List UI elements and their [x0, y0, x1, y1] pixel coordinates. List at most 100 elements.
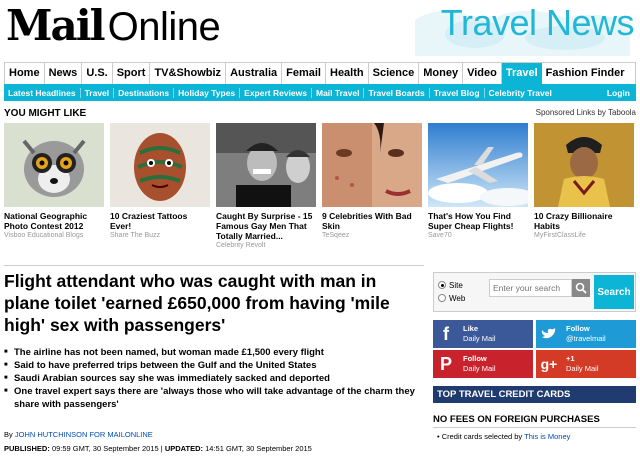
subnav-celebrity-travel[interactable]: Celebrity Travel: [485, 88, 556, 98]
pinterest-line2: Daily Mail: [463, 364, 496, 373]
summary-bullet: Said to have preferred trips between the…: [4, 359, 424, 372]
promo-caption: Caught By Surprise - 15 Famous Gay Men T…: [216, 211, 313, 241]
taboola-sponsor-link[interactable]: Sponsored Links by Taboola: [536, 108, 636, 117]
subnav-travel-boards[interactable]: Travel Boards: [364, 87, 430, 98]
travel-sub-nav: Latest Headlines Travel Destinations Hol…: [4, 84, 636, 101]
nav-health[interactable]: Health: [326, 63, 369, 84]
celebrity-photo-icon: [216, 123, 316, 207]
subnav-destinations[interactable]: Destinations: [114, 87, 175, 98]
login-link[interactable]: Login: [601, 88, 636, 98]
article-divider: [4, 265, 424, 266]
article-timestamps: PUBLISHED: 09:59 GMT, 30 September 2015 …: [4, 444, 312, 453]
nav-travel[interactable]: Travel: [501, 63, 542, 84]
nav-us[interactable]: U.S.: [82, 63, 113, 84]
nav-femail[interactable]: Femail: [282, 63, 326, 84]
article-headline: Flight attendant who was caught with man…: [4, 271, 390, 335]
you-might-like-row: National Geographic Photo Contest 2012 V…: [4, 123, 636, 249]
credit-cards-note: • Credit cards selected by This is Money: [437, 432, 570, 441]
promo-caption: 10 Crazy Billionaire Habits: [534, 211, 613, 231]
facebook-icon: f: [443, 323, 449, 344]
search-panel: Site Web Search: [433, 272, 636, 312]
article-byline: By JOHN HUTCHINSON FOR MAILONLINE: [4, 430, 153, 439]
updated-time: 14:51 GMT, 30 September 2015: [205, 444, 312, 453]
subnav-holiday-types[interactable]: Holiday Types: [174, 87, 241, 98]
airplane-photo-icon: [428, 123, 528, 207]
promo-caption: 9 Celebrities With Bad Skin: [322, 211, 412, 231]
promo-caption: That's How You Find Super Cheap Flights!: [428, 211, 514, 231]
credit-cards-header[interactable]: TOP TRAVEL CREDIT CARDS: [433, 386, 636, 403]
nav-australia[interactable]: Australia: [226, 63, 283, 84]
promo-source: TeSqeez: [322, 232, 350, 239]
subnav-travel-blog[interactable]: Travel Blog: [430, 87, 485, 98]
author-link[interactable]: JOHN HUTCHINSON FOR MAILONLINE: [15, 430, 153, 439]
primary-nav: Home News U.S. Sport TV&Showbiz Australi…: [4, 62, 636, 84]
nav-money[interactable]: Money: [419, 63, 464, 84]
twitter-follow-button[interactable]: Follow @travelmail: [536, 320, 636, 348]
promo-card[interactable]: National Geographic Photo Contest 2012 V…: [4, 123, 104, 245]
google-plus-button[interactable]: g+ +1 Daily Mail: [536, 350, 636, 378]
search-icon[interactable]: [572, 279, 590, 297]
facebook-like-button[interactable]: f Like Daily Mail: [433, 320, 533, 348]
article-summary: The airline has not been named, but woma…: [4, 346, 424, 411]
skin-closeup-photo-icon: [322, 123, 422, 207]
you-might-like-title: YOU MIGHT LIKE: [4, 108, 87, 119]
subnav-mail-travel[interactable]: Mail Travel: [312, 87, 365, 98]
promo-source: Save70: [428, 232, 452, 239]
promo-card[interactable]: 10 Craziest Tattoos Ever! Share The Buzz: [110, 123, 210, 245]
updated-label: UPDATED:: [164, 444, 204, 453]
search-scope: Site Web: [438, 279, 465, 305]
nav-home[interactable]: Home: [5, 63, 45, 84]
byline-prefix: By: [4, 430, 13, 439]
this-is-money-link[interactable]: This is Money: [524, 432, 570, 441]
google-line1: +1: [566, 354, 575, 363]
mailonline-logo[interactable]: Mail Online: [6, 1, 221, 50]
promo-card[interactable]: 10 Crazy Billionaire Habits MyFirstClass…: [534, 123, 634, 245]
summary-bullet: One travel expert says there are 'always…: [4, 385, 424, 411]
summary-bullet: Saudi Arabian sources say she was immedi…: [4, 372, 424, 385]
twitter-line2: @travelmail: [566, 334, 606, 343]
masthead: Mail Online Travel News: [0, 0, 640, 58]
social-follow: f Like Daily Mail Follow @travelmail P Fol…: [433, 320, 636, 378]
subnav-latest-headlines[interactable]: Latest Headlines: [4, 87, 81, 98]
nav-fashion-finder[interactable]: Fashion Finder: [542, 63, 629, 84]
radio-web[interactable]: [438, 294, 446, 302]
promo-card[interactable]: That's How You Find Super Cheap Flights!…: [428, 123, 528, 245]
scope-site-option[interactable]: Site: [438, 279, 465, 292]
promo-card[interactable]: Caught By Surprise - 15 Famous Gay Men T…: [216, 123, 316, 249]
credit-cards-subheader[interactable]: NO FEES ON FOREIGN PURCHASES: [433, 414, 636, 428]
logo-online: Online: [107, 5, 221, 49]
nav-news[interactable]: News: [45, 63, 83, 84]
google-plus-icon: g+: [540, 356, 558, 372]
pinterest-line1: Follow: [463, 354, 487, 363]
credit-note-prefix: • Credit cards selected by: [437, 432, 523, 441]
pinterest-icon: P: [439, 353, 452, 374]
facebook-line2: Daily Mail: [463, 334, 496, 343]
search-input[interactable]: [489, 279, 572, 297]
scope-site-label: Site: [449, 281, 463, 290]
promo-caption: National Geographic Photo Contest 2012: [4, 211, 88, 231]
promo-source: Celebrity Revolt: [216, 242, 266, 249]
nav-science[interactable]: Science: [369, 63, 420, 84]
twitter-icon: [536, 320, 562, 348]
nav-video[interactable]: Video: [463, 63, 502, 84]
subnav-travel[interactable]: Travel: [81, 87, 115, 98]
promo-card[interactable]: 9 Celebrities With Bad Skin TeSqeez: [322, 123, 422, 245]
search-button[interactable]: Search: [594, 275, 634, 309]
facebook-line1: Like: [463, 324, 479, 333]
nav-tv-showbiz[interactable]: TV&Showbiz: [150, 63, 227, 84]
subnav-expert-reviews[interactable]: Expert Reviews: [240, 87, 312, 98]
promo-source: Share The Buzz: [110, 232, 161, 239]
travel-section-banner: Travel News: [395, 0, 640, 58]
logo-mail: Mail: [6, 1, 106, 50]
google-line2: Daily Mail: [566, 364, 599, 373]
nav-sport[interactable]: Sport: [113, 63, 151, 84]
billionaire-photo-icon: [534, 123, 634, 207]
radio-site[interactable]: [438, 281, 446, 289]
scope-web-label: Web: [449, 294, 466, 303]
scope-web-option[interactable]: Web: [438, 292, 465, 305]
pinterest-follow-button[interactable]: P Follow Daily Mail: [433, 350, 533, 378]
lemur-photo-icon: [4, 123, 104, 207]
section-title: Travel News: [440, 2, 635, 43]
promo-caption: 10 Craziest Tattoos Ever!: [110, 211, 188, 231]
promo-source: MyFirstClassLife: [534, 232, 586, 239]
